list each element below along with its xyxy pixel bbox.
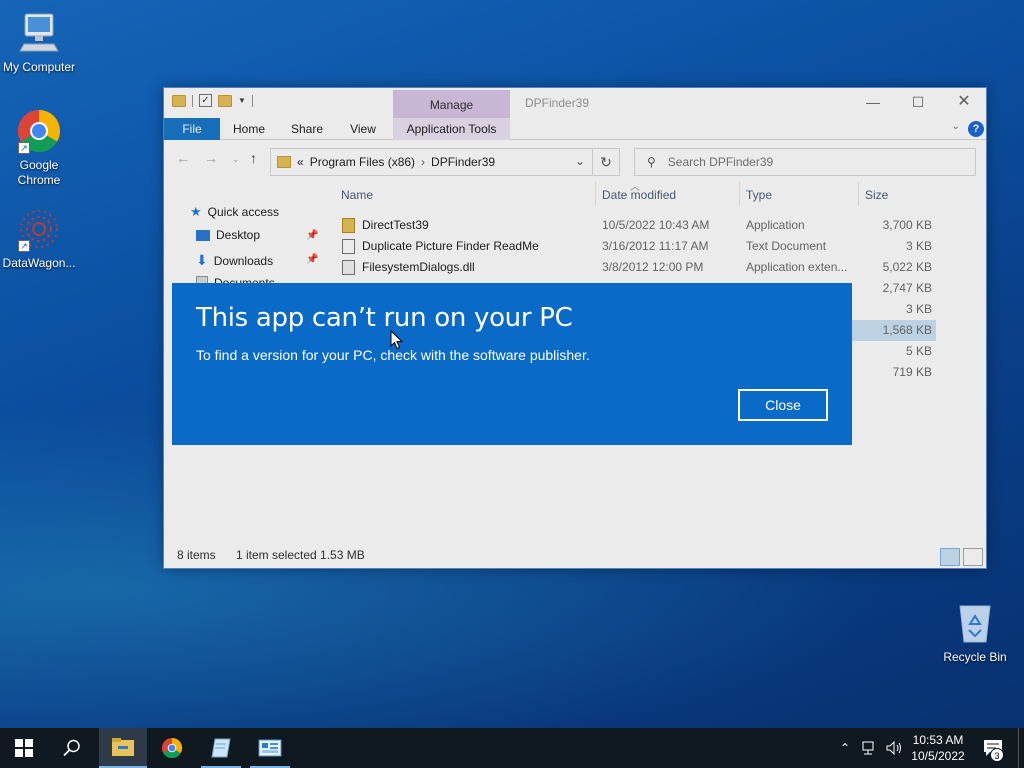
clock-date: 10/5/2022 <box>911 749 965 763</box>
notification-count-badge: 3 <box>990 748 1004 762</box>
volume-icon[interactable] <box>886 728 904 768</box>
notepad-icon <box>211 738 231 758</box>
show-desktop-button[interactable] <box>1018 728 1019 768</box>
file-explorer-icon <box>112 738 134 756</box>
dialog-title: This app can’t run on your PC <box>196 303 573 333</box>
desktop-icon-datawagon[interactable]: ↗ DataWagon... <box>1 206 77 271</box>
shortcut-arrow-icon: ↗ <box>18 240 30 252</box>
desktop-icon-my-computer[interactable]: My Computer <box>1 10 77 75</box>
network-icon[interactable] <box>862 728 878 768</box>
control-panel-icon <box>258 739 282 757</box>
desktop-icon-label: DataWagon... <box>2 256 76 270</box>
app-cant-run-dialog: This app can’t run on your PC To find a … <box>172 283 852 445</box>
recycle-bin-icon <box>952 600 998 646</box>
taskbar-system-app[interactable] <box>246 728 294 768</box>
close-button[interactable]: Close <box>738 389 828 421</box>
show-hidden-icons-chevron-icon[interactable]: ⌃ <box>840 728 850 768</box>
taskbar-notepad-app[interactable] <box>197 728 245 768</box>
taskbar-clock[interactable]: 10:53 AM 10/5/2022 <box>906 732 970 764</box>
desktop-icon-google-chrome[interactable]: ↗ Google Chrome <box>1 108 77 188</box>
computer-icon <box>16 10 62 56</box>
clock-time: 10:53 AM <box>912 733 964 747</box>
taskbar-file-explorer[interactable] <box>99 728 147 768</box>
action-center-button[interactable]: 3 <box>978 734 1008 762</box>
chrome-icon: ↗ <box>16 108 62 154</box>
desktop-icon-recycle-bin[interactable]: Recycle Bin <box>940 600 1010 664</box>
datawagon-icon: ↗ <box>16 206 62 252</box>
search-button[interactable] <box>48 728 96 768</box>
desktop-icon-label: Recycle Bin <box>943 650 1007 664</box>
search-icon <box>63 739 80 757</box>
desktop-icon-label: My Computer <box>2 60 76 74</box>
chrome-icon <box>161 737 183 759</box>
start-button[interactable] <box>0 728 48 768</box>
taskbar-chrome[interactable] <box>148 728 196 768</box>
shortcut-arrow-icon: ↗ <box>18 142 30 154</box>
taskbar: ⌃ 10:53 AM 10/5/2022 3 <box>0 728 1024 768</box>
mouse-cursor-icon <box>390 330 404 350</box>
windows-logo-icon <box>15 739 33 757</box>
desktop-icon-label: Google Chrome <box>17 158 61 187</box>
